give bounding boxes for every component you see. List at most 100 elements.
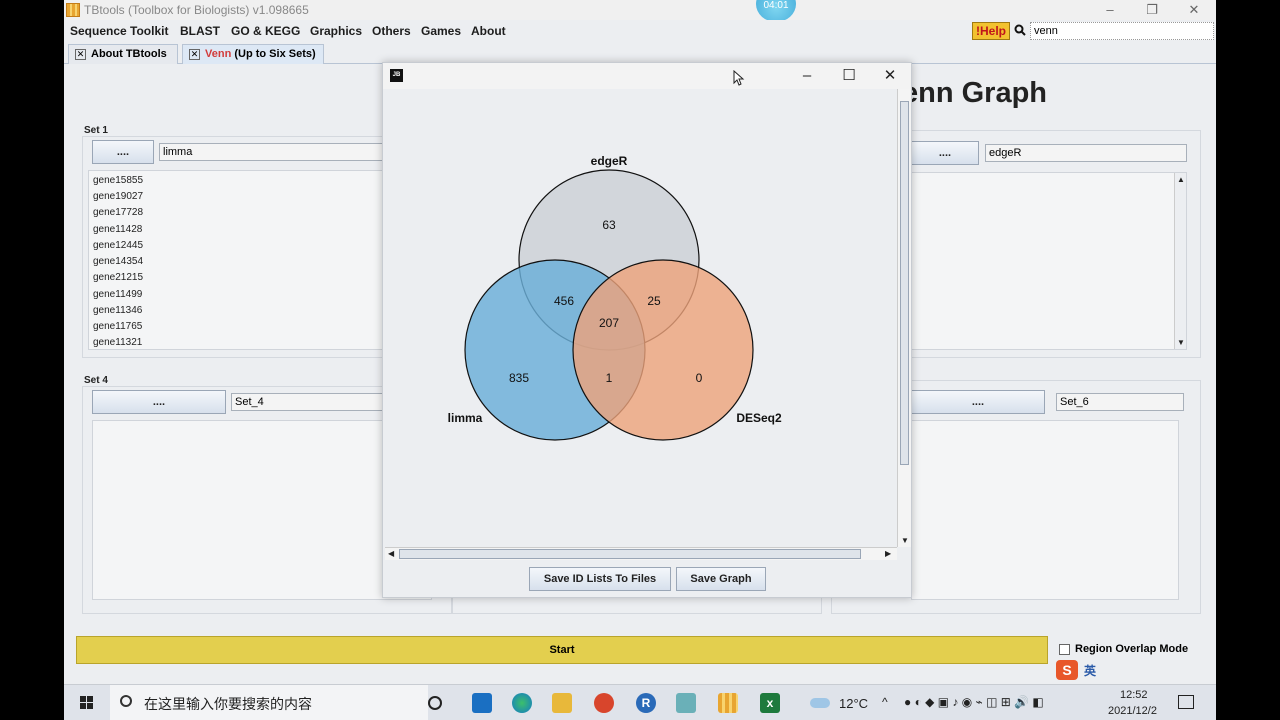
scroll-down-icon[interactable]: ▼	[901, 536, 909, 545]
page-heading: enn Graph	[902, 77, 1048, 109]
venn-circle-DESeq2	[572, 259, 754, 441]
list-item: gene11499	[93, 289, 143, 300]
mail-icon[interactable]	[472, 693, 492, 713]
tbtools-taskbar-icon[interactable]	[718, 693, 738, 713]
menu-graphics[interactable]: Graphics	[310, 24, 362, 38]
list-item: gene11765	[93, 321, 143, 332]
dialog-minimize-icon[interactable]: –	[797, 67, 817, 85]
window-title: TBtools (Toolbox for Biologists) v1.0986…	[84, 3, 309, 17]
menu-games[interactable]: Games	[421, 24, 461, 38]
taskbar-search-box[interactable]: 在这里输入你要搜索的内容	[110, 685, 428, 720]
list-item: gene17728	[93, 207, 144, 218]
timer-text: 04:01	[763, 0, 789, 11]
mouse-cursor-icon	[733, 70, 745, 86]
venn-count-limma-edgeR: 456	[554, 294, 574, 308]
set4-label: Set 4	[84, 375, 108, 386]
clock-time: 12:52	[1120, 689, 1148, 701]
restore-icon[interactable]: ❐	[1142, 2, 1162, 18]
save-id-lists-button[interactable]: Save ID Lists To Files	[529, 567, 671, 591]
start-button[interactable]: Start	[76, 636, 1048, 664]
scroll-up-icon[interactable]: ▲	[1177, 175, 1185, 184]
list-item: gene15855	[93, 175, 144, 186]
set3-browse-button[interactable]: ....	[911, 141, 979, 165]
save-graph-button[interactable]: Save Graph	[676, 567, 766, 591]
dialog-maximize-icon[interactable]: ☐	[839, 67, 859, 85]
menu-sequence-toolkit[interactable]: Sequence Toolkit	[70, 24, 168, 38]
set1-label: Set 1	[84, 125, 108, 136]
close-icon[interactable]: ✕	[1184, 2, 1204, 18]
ime-toolbar: S 英	[992, 658, 1142, 682]
r-language-icon[interactable]: R	[636, 693, 656, 713]
minimize-icon[interactable]: –	[1100, 2, 1120, 18]
set4-browse-button[interactable]: ....	[92, 390, 226, 414]
menu-blast[interactable]: BLAST	[180, 24, 220, 38]
help-button[interactable]: !Help	[972, 22, 1010, 40]
menu-about[interactable]: About	[471, 24, 506, 38]
dialog-horizontal-scrollbar[interactable]: ◀ ▶	[385, 547, 897, 560]
set1-browse-button[interactable]: ....	[92, 140, 154, 164]
list-item: gene19027	[93, 191, 144, 202]
file-explorer-icon[interactable]	[552, 693, 572, 713]
vertical-scroll-thumb[interactable]	[900, 101, 909, 465]
list-item: gene11346	[93, 305, 143, 316]
venn-label-edgeR: edgeR	[591, 154, 628, 168]
venn-count-edgeR-only: 63	[602, 218, 616, 232]
tab-label: (Up to Six Sets)	[231, 48, 316, 60]
windows-start-icon[interactable]	[80, 696, 94, 710]
set3-name-field[interactable]: edgeR	[985, 144, 1187, 162]
search-icon	[1014, 24, 1026, 36]
taskbar: 在这里输入你要搜索的内容 R x 12°C ^ ● ◐ ◆ ▣ ♪ ◉ ⌁ ◫ …	[64, 684, 1216, 720]
recording-timer: 04:01	[756, 0, 796, 22]
menu-others[interactable]: Others	[372, 24, 411, 38]
set4-gene-list[interactable]	[92, 420, 432, 600]
venn-label-DESeq2: DESeq2	[736, 411, 782, 425]
list-item: gene12445	[93, 240, 144, 251]
app-icon-notes[interactable]	[676, 693, 696, 713]
tab-bar: ✕ About TBtools ✕ Venn (Up to Six Sets)	[64, 42, 1216, 64]
set6-gene-list[interactable]	[911, 420, 1179, 600]
ime-lang-label[interactable]: 英	[1084, 662, 1096, 679]
horizontal-scroll-thumb[interactable]	[399, 549, 861, 559]
sogou-icon[interactable]: S	[1056, 660, 1078, 680]
clock-date: 2021/12/2	[1108, 705, 1157, 717]
list-item: gene11321	[93, 337, 143, 348]
set6-name-field[interactable]: Set_6	[1056, 393, 1184, 411]
venn-count-limma-only: 835	[509, 371, 529, 385]
list-item: gene11428	[93, 224, 143, 235]
set6-browse-button[interactable]: ....	[911, 390, 1045, 414]
venn-count-all-three: 207	[599, 316, 619, 330]
tab-close-icon[interactable]: ✕	[189, 49, 200, 60]
notification-icon[interactable]	[1178, 695, 1194, 709]
scroll-right-icon[interactable]: ▶	[885, 549, 891, 558]
app-icon-swirl[interactable]	[594, 693, 614, 713]
tab-label: About TBtools	[91, 48, 167, 60]
venn-count-edgeR-DESeq2: 25	[647, 294, 661, 308]
scroll-left-icon[interactable]: ◀	[388, 549, 394, 558]
set3-gene-list[interactable]: ▲ ▼	[911, 172, 1187, 350]
set3-scrollbar[interactable]: ▲ ▼	[1174, 173, 1186, 349]
tab-close-icon[interactable]: ✕	[75, 49, 86, 60]
tab-venn[interactable]: ✕ Venn (Up to Six Sets)	[182, 44, 324, 64]
set4-name-field[interactable]: Set_4	[231, 393, 389, 411]
tray-icons[interactable]: ● ◐ ◆ ▣ ♪ ◉ ⌁ ◫ ⊞ 🔊 ◧	[904, 695, 1044, 709]
edge-browser-icon[interactable]	[512, 693, 532, 713]
java-app-icon: JB	[390, 69, 403, 82]
title-bar: TBtools (Toolbox for Biologists) v1.0986…	[64, 0, 1216, 22]
set1-name-field[interactable]: limma	[159, 143, 389, 161]
list-item: gene21215	[93, 272, 144, 283]
task-view-icon[interactable]	[428, 696, 442, 710]
set1-gene-list[interactable]: gene15855 gene19027 gene17728 gene11428 …	[88, 170, 388, 350]
venn-diagram: edgeR limma DESeq2 63 456 25 207 835 1 0	[448, 154, 782, 441]
tab-label-prefix: Venn	[205, 48, 232, 60]
scroll-down-icon[interactable]: ▼	[1177, 338, 1185, 347]
dialog-vertical-scrollbar[interactable]: ▼	[897, 89, 911, 547]
menu-go-kegg[interactable]: GO & KEGG	[231, 24, 300, 38]
search-input[interactable]: venn	[1030, 22, 1214, 40]
tab-about-tbtools[interactable]: ✕ About TBtools	[68, 44, 178, 64]
tray-expand-icon[interactable]: ^	[882, 695, 888, 709]
region-overlap-checkbox[interactable]	[1059, 644, 1070, 655]
dialog-close-icon[interactable]: ✕	[880, 67, 900, 85]
weather-icon	[810, 698, 830, 708]
excel-icon[interactable]: x	[760, 693, 780, 713]
region-overlap-label: Region Overlap Mode	[1075, 643, 1189, 655]
